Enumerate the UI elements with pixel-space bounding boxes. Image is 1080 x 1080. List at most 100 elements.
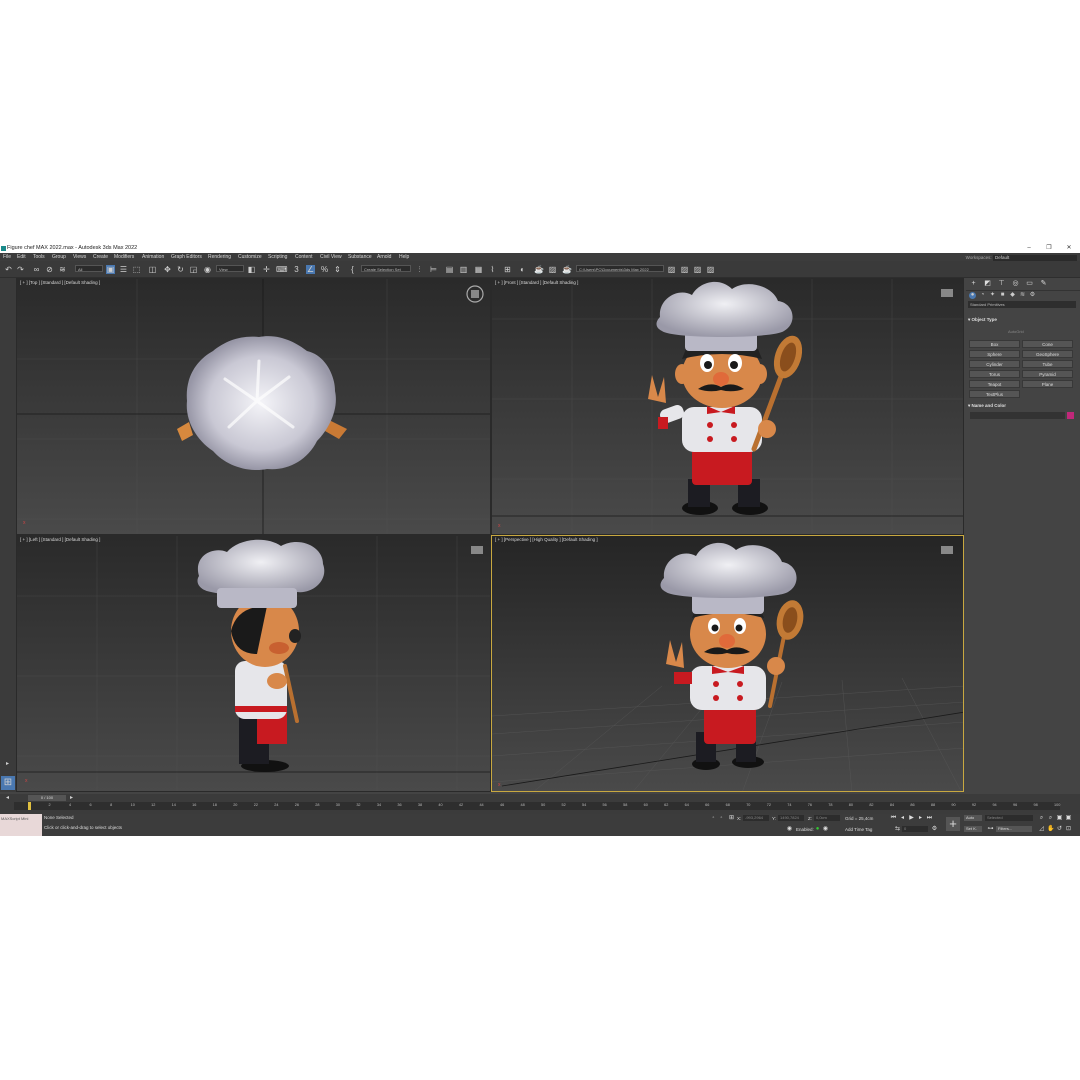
snaps-toggle-icon[interactable]: 3 (292, 265, 301, 274)
set-key-button[interactable]: Set K. (964, 826, 982, 832)
reference-coordinate-dropdown[interactable]: View (216, 265, 244, 272)
close-button[interactable]: ✕ (1063, 244, 1075, 253)
viewport-top-label[interactable]: [ + ] [Top ] [Standard ] [Default Shadin… (20, 280, 100, 285)
display-tab-icon[interactable]: ▭ (1025, 280, 1034, 288)
maximize-viewport-icon[interactable]: ⊡ (1065, 826, 1072, 833)
cone-button[interactable]: Cone (1022, 340, 1073, 348)
curve-editor-icon[interactable]: ⌇ (488, 265, 497, 274)
next-frame-icon[interactable]: ▸ (917, 815, 924, 822)
schematic-view-icon[interactable]: ⊞ (503, 265, 512, 274)
viewport-front[interactable]: x [ + ] [Front ] [Standard ] [Default Sh… (491, 278, 964, 535)
time-slider[interactable]: 0 / 100 (28, 795, 66, 801)
time-tag-icon[interactable]: ◉ (786, 826, 793, 833)
rectangle-selection-icon[interactable]: ⬚ (132, 265, 141, 274)
key-filters-icon[interactable]: ⊶ (987, 826, 994, 833)
menu-file[interactable]: File (3, 253, 11, 261)
time-config-icon[interactable]: ⚙ (931, 826, 938, 833)
enabled-toggle-icon[interactable]: ● (814, 826, 821, 833)
add-time-tag[interactable]: Add Time Tag (845, 827, 872, 832)
expand-arrow-icon[interactable]: ▸ (3, 760, 12, 769)
play-icon[interactable]: ▶ (908, 815, 915, 822)
key-filters-button[interactable]: Filters... (996, 826, 1032, 832)
z-coord-field[interactable]: 0,0cm (814, 815, 840, 821)
modify-tab-icon[interactable]: ◩ (983, 280, 992, 288)
teapot-button[interactable]: Teapot (969, 380, 1020, 388)
zoom-extents-all-icon[interactable]: ▣ (1065, 815, 1072, 822)
viewport-left[interactable]: x [ + ] [Left ] [Standard ] [Default Sha… (16, 535, 491, 792)
move-icon[interactable]: ✥ (163, 265, 172, 274)
pan-icon[interactable]: ✋ (1047, 826, 1054, 833)
render-production-icon[interactable]: ☕ (562, 265, 572, 274)
geometry-icon[interactable]: ● (969, 292, 976, 299)
menu-arnold[interactable]: Arnold (377, 253, 391, 261)
systems-icon[interactable]: ⚙ (1029, 292, 1036, 299)
layer-explorer-icon[interactable]: ▥ (459, 265, 468, 274)
current-frame-field[interactable]: 0 (902, 826, 928, 832)
viewport-top[interactable]: x [ + ] [Top ] [Standard ] [Default Shad… (16, 278, 491, 535)
undo-icon[interactable]: ↶ (4, 265, 13, 274)
viewport-front-label[interactable]: [ + ] [Front ] [Standard ] [Default Shad… (495, 280, 578, 285)
menu-graph-editors[interactable]: Graph Editors (171, 253, 202, 261)
menu-civil-view[interactable]: Civil View (320, 253, 342, 261)
lights-icon[interactable]: ✦ (989, 292, 996, 299)
unlink-icon[interactable]: ⊘ (45, 265, 54, 274)
key-selection-dropdown[interactable]: Selected (985, 815, 1033, 821)
key-mode-icon[interactable]: ⇆ (894, 826, 901, 833)
auto-key-button[interactable]: Auto (964, 815, 982, 821)
menu-scripting[interactable]: Scripting (268, 253, 287, 261)
torus-button[interactable]: Torus (969, 370, 1020, 378)
object-type-rollout[interactable]: ▾ Object Type (968, 316, 1076, 323)
select-by-name-icon[interactable]: ☰ (119, 265, 128, 274)
select-object-icon[interactable]: ▣ (106, 265, 115, 274)
menu-customize[interactable]: Customize (238, 253, 262, 261)
x-coord-field[interactable]: -993,2964 (743, 815, 769, 821)
rendered-frame-window-icon[interactable]: ▨ (548, 265, 557, 274)
primitive-category-dropdown[interactable]: Standard Primitives (968, 301, 1076, 308)
autogrid-checkbox[interactable]: AutoGrid (1008, 329, 1024, 334)
helpers-icon[interactable]: ◆ (1009, 292, 1016, 299)
bind-space-warp-icon[interactable]: ≋ (58, 265, 67, 274)
keyboard-shortcut-icon[interactable]: ⌨ (276, 265, 288, 274)
viewport-left-label[interactable]: [ + ] [Left ] [Standard ] [Default Shadi… (20, 537, 100, 542)
field-of-view-icon[interactable]: ◿ (1038, 826, 1045, 833)
project-settings-icon[interactable]: ▨ (706, 265, 715, 274)
menu-group[interactable]: Group (52, 253, 66, 261)
set-key-icon[interactable]: + (946, 817, 960, 831)
viewport-perspective-label[interactable]: [ + ] [Perspective ] [High Quality ] [De… (495, 537, 598, 542)
textplus-button[interactable]: TextPlus (969, 390, 1020, 398)
absolute-mode-icon[interactable]: ⊞ (728, 815, 735, 822)
name-and-color-rollout[interactable]: ▾ Name and Color (968, 402, 1076, 409)
material-editor-icon[interactable]: ◐ (518, 265, 527, 274)
cameras-icon[interactable]: ■ (999, 292, 1006, 299)
zoom-all-icon[interactable]: ⌕ (1047, 815, 1054, 822)
enabled-options-icon[interactable]: ◉ (822, 826, 829, 833)
tube-button[interactable]: Tube (1022, 360, 1073, 368)
menu-animation[interactable]: Animation (142, 253, 164, 261)
cylinder-button[interactable]: Cylinder (969, 360, 1020, 368)
workspace-selector[interactable]: Workspaces: Default (966, 254, 1077, 261)
space-warps-icon[interactable]: ≋ (1019, 292, 1026, 299)
edit-named-selection-icon[interactable]: { (348, 265, 357, 274)
y-coord-field[interactable]: 1490,7824 (778, 815, 804, 821)
box-button[interactable]: Box (969, 340, 1020, 348)
ribbon-icon[interactable]: ▦ (474, 265, 483, 274)
geosphere-button[interactable]: GeoSphere (1022, 350, 1073, 358)
restore-button[interactable]: ❐ (1043, 244, 1055, 253)
link-icon[interactable]: ∞ (32, 265, 41, 274)
utilities-tab-icon[interactable]: ✎ (1039, 280, 1048, 288)
mirror-icon[interactable]: ⫶ (415, 265, 424, 274)
viewport-layout-icon[interactable]: ⊞ (1, 776, 15, 790)
menu-edit[interactable]: Edit (17, 253, 26, 261)
lock-selection-icon[interactable]: ◦ (718, 815, 725, 822)
project-open-icon[interactable]: ▨ (667, 265, 676, 274)
zoom-extents-icon[interactable]: ▣ (1056, 815, 1063, 822)
isolate-icon[interactable]: ◦ (710, 815, 717, 822)
timeline-collapse-icon[interactable]: ◂ (3, 794, 12, 803)
orbit-icon[interactable]: ↺ (1056, 826, 1063, 833)
menu-modifiers[interactable]: Modifiers (114, 253, 134, 261)
menu-help[interactable]: Help (399, 253, 409, 261)
scale-icon[interactable]: ◲ (189, 265, 198, 274)
project-save-icon[interactable]: ▨ (693, 265, 702, 274)
align-icon[interactable]: ⊨ (429, 265, 438, 274)
percent-snap-icon[interactable]: % (320, 265, 329, 274)
